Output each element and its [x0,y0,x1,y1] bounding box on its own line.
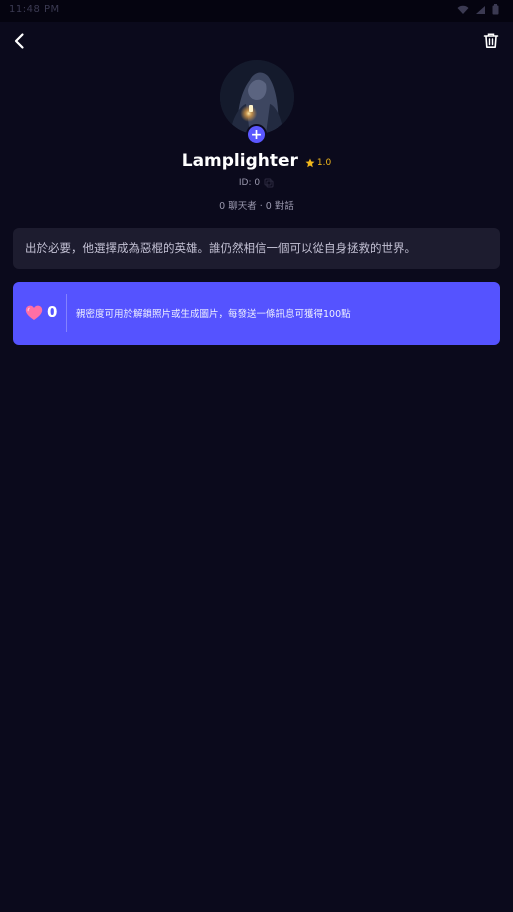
intimacy-value: 0 [47,303,58,321]
id-row: ID: 0 [0,178,513,188]
avatar-add-button[interactable]: + [246,124,267,145]
rating-value: 1.0 [316,157,332,168]
status-time: 11:48 PM [9,4,60,15]
delete-button[interactable] [481,31,501,51]
battery-icon [492,4,499,15]
character-id: ID: 0 [238,178,261,188]
stats-row: 0 聊天者 · 0 對話 [219,201,294,212]
character-name: Lamplighter [181,151,298,171]
description-card: 出於必要，他選擇成為惡棍的英雄。誰仍然相信一個可以從自身拯救的世界。 [13,228,500,269]
star-icon [305,158,315,167]
status-bar: 11:48 PM [0,0,513,22]
avatar-image [220,60,294,134]
intimacy-card[interactable]: 0 親密度可用於解鎖照片或生成圖片，每發送一條訊息可獲得100點 [13,282,500,345]
trash-icon [483,33,499,48]
heart-icon [25,305,43,320]
copy-icon[interactable] [264,178,274,188]
name-row: Lamplighter 1.0 [0,150,513,172]
avatar[interactable] [220,60,294,134]
back-button[interactable] [9,30,31,52]
character-profile-screen: 11:48 PM + Lamplighter 1.0 ID: 0 0 聊天者 ·… [0,0,513,912]
status-icons [457,4,499,15]
rating: 1.0 [305,155,331,168]
signal-icon [476,5,485,14]
chevron-left-icon [14,33,24,49]
intimacy-description: 親密度可用於解鎖照片或生成圖片，每發送一條訊息可獲得100點 [76,309,351,320]
wifi-icon [457,5,469,14]
card-divider [66,294,67,332]
